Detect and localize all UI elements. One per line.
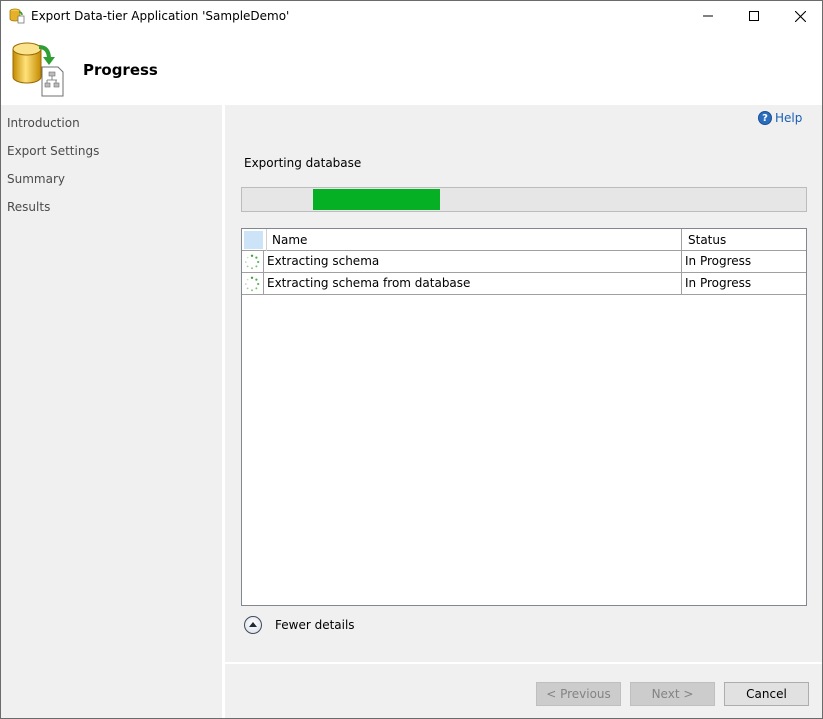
progress-grid: Name Status Extracting schema In Progres…	[241, 228, 807, 606]
row-status: In Progress	[681, 251, 806, 272]
progress-bar-fill	[313, 189, 440, 210]
wizard-header: Progress	[1, 31, 822, 105]
maximize-button[interactable]	[731, 1, 777, 31]
close-button[interactable]	[777, 1, 823, 31]
table-row[interactable]: Extracting schema from database In Progr…	[242, 273, 806, 295]
cancel-button[interactable]: Cancel	[724, 682, 809, 706]
sidebar-item-introduction[interactable]: Introduction	[7, 116, 80, 130]
database-export-icon	[9, 8, 25, 24]
operation-status-label: Exporting database	[244, 156, 362, 170]
row-name: Extracting schema	[263, 251, 681, 272]
close-icon	[794, 10, 806, 22]
next-button[interactable]: Next >	[630, 682, 715, 706]
sidebar-item-summary[interactable]: Summary	[7, 172, 65, 186]
help-icon: ?	[758, 111, 772, 125]
spinner-icon	[244, 254, 260, 270]
previous-button[interactable]: < Previous	[536, 682, 621, 706]
database-export-icon	[9, 41, 69, 97]
table-row[interactable]: Extracting schema In Progress	[242, 251, 806, 273]
progress-bar	[241, 187, 807, 212]
spinner-icon	[244, 276, 260, 292]
maximize-icon	[749, 11, 759, 21]
page-title: Progress	[83, 61, 158, 79]
sidebar-item-results[interactable]: Results	[7, 200, 50, 214]
collapse-up-icon	[244, 616, 262, 634]
export-wizard-window: Export Data-tier Application 'SampleDemo…	[0, 0, 823, 719]
help-label: Help	[775, 111, 803, 125]
column-header-name[interactable]: Name	[266, 229, 682, 251]
window-title: Export Data-tier Application 'SampleDemo…	[31, 9, 290, 23]
help-link[interactable]: ? Help	[758, 111, 802, 125]
minimize-icon	[703, 15, 713, 17]
wizard-step-list: Introduction Export Settings Summary Res…	[1, 105, 222, 718]
wizard-footer: < Previous Next > Cancel	[225, 664, 822, 718]
sidebar-item-export-settings[interactable]: Export Settings	[7, 144, 99, 158]
column-header-status[interactable]: Status	[681, 229, 806, 251]
fewer-details-label: Fewer details	[275, 618, 355, 632]
row-status: In Progress	[681, 273, 806, 294]
grid-header-corner	[244, 231, 263, 249]
grid-header: Name Status	[242, 229, 806, 251]
progress-panel: ? Help Exporting database Name Status Ex…	[225, 105, 822, 662]
fewer-details-toggle[interactable]: Fewer details	[244, 616, 355, 634]
minimize-button[interactable]	[685, 1, 731, 31]
title-bar[interactable]: Export Data-tier Application 'SampleDemo…	[1, 1, 822, 31]
row-name: Extracting schema from database	[263, 273, 681, 294]
